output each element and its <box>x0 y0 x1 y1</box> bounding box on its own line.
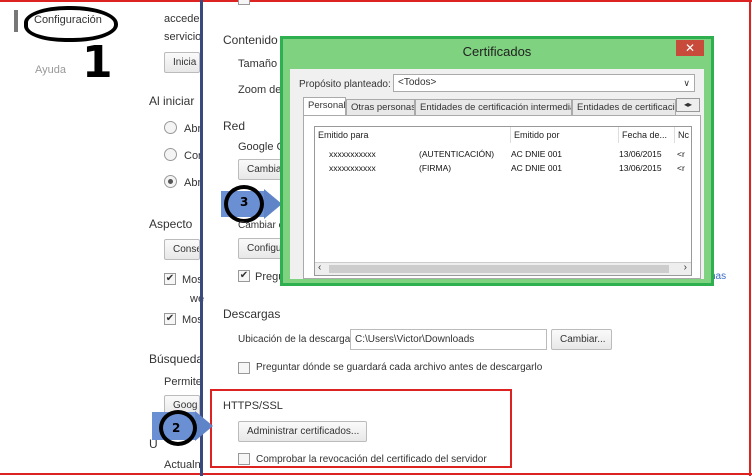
annotation-number-2: 2 <box>172 421 181 435</box>
startup-radio-3[interactable] <box>164 175 177 188</box>
purpose-select[interactable]: <Todos> ∨ <box>393 74 695 92</box>
ask-download-label: Preguntar dónde se guardará cada archivo… <box>256 362 543 373</box>
cell-emitido-para: xxxxxxxxxxx <box>329 149 376 159</box>
heading-contenido-web: Contenido <box>223 33 278 47</box>
frame-bottom <box>0 473 752 475</box>
frame-right <box>749 0 751 476</box>
startup-radio-1-label: Abr <box>184 123 202 135</box>
chevron-down-icon: ∨ <box>683 78 690 88</box>
ask-download-checkbox[interactable] <box>238 362 250 374</box>
purpose-label: Propósito planteado: <box>299 79 391 90</box>
column-header-emitido-por[interactable]: Emitido por <box>511 127 619 143</box>
cell-emitido-para: xxxxxxxxxxx <box>329 163 376 173</box>
heading-https-ssl: HTTPS/SSL <box>223 400 283 412</box>
heading-al-iniciar: Al iniciar <box>149 94 195 108</box>
nav-marker <box>14 10 18 32</box>
scroll-right-icon[interactable]: › <box>684 262 687 273</box>
tab-entidades-raiz[interactable]: Entidades de certificaci <box>572 99 676 116</box>
frame-top <box>0 0 752 2</box>
show-bookmarks-checkbox[interactable]: ✔ <box>164 313 176 325</box>
tab-scroll-arrows[interactable]: ◂▸ <box>676 98 700 112</box>
cell-nc: <r <box>677 163 685 173</box>
language-text: Cambiar c <box>238 220 284 231</box>
manage-certificates-button[interactable]: Administrar certificados... <box>238 421 367 442</box>
column-header-nc[interactable]: Nc <box>675 127 693 143</box>
tab-entidades-intermedias[interactable]: Entidades de certificación intermedias <box>415 99 572 116</box>
clipped-text-acceder: acceder <box>164 13 204 25</box>
tab-personal[interactable]: Personal <box>303 97 346 116</box>
heading-descargas: Descargas <box>223 307 281 321</box>
heading-red: Red <box>223 119 246 133</box>
tab-otras-personas[interactable]: Otras personas <box>346 99 415 116</box>
certificates-dialog: Certificados ✕ Propósito planteado: <Tod… <box>283 39 711 283</box>
download-location-input[interactable]: C:\Users\Victor\Downloads <box>350 329 547 350</box>
dialog-title: Certificados <box>462 44 532 59</box>
conseguir-temas-button[interactable]: Conse <box>164 239 200 260</box>
chevron-right-icon[interactable]: ▸ <box>688 100 692 109</box>
startup-radio-3-label: Abr <box>184 177 202 189</box>
cell-emitido-por: AC DNIE 001 <box>511 163 563 173</box>
heading-busqueda: Búsqueda <box>149 352 204 366</box>
scroll-thumb[interactable] <box>329 265 669 273</box>
cell-cert-type: (FIRMA) <box>419 163 452 173</box>
change-download-location-button[interactable]: Cambiar... <box>551 329 612 350</box>
horizontal-scrollbar[interactable]: ‹ › <box>315 262 691 275</box>
translate-checkbox[interactable]: ✔ <box>238 270 250 282</box>
startup-radio-2[interactable] <box>164 148 177 161</box>
tab-panel: Emitido para Emitido por Fecha de... Nc … <box>303 115 701 279</box>
cell-nc: <r <box>677 149 685 159</box>
zoom-label: Zoom de <box>238 84 282 96</box>
cell-emitido-por: AC DNIE 001 <box>511 149 563 159</box>
clipped-text-permite: Permite <box>164 376 202 388</box>
table-row[interactable]: xxxxxxxxxxx (AUTENTICACIÓN) AC DNIE 001 … <box>315 149 693 163</box>
revocation-label: Comprobar la revocación del certificado … <box>256 454 487 465</box>
scroll-left-icon[interactable]: ‹ <box>318 262 321 273</box>
overlay-divider <box>200 0 203 476</box>
nav-ayuda[interactable]: Ayuda <box>35 64 66 76</box>
iniciar-button[interactable]: Inicia <box>164 52 200 73</box>
column-header-emitido-para[interactable]: Emitido para <box>315 127 511 143</box>
table-row[interactable]: xxxxxxxxxxx (FIRMA) AC DNIE 001 13/06/20… <box>315 163 693 177</box>
cell-fecha: 13/06/2015 <box>619 149 662 159</box>
annotation-number-3: 3 <box>240 195 249 209</box>
download-location-label: Ubicación de la descarga: <box>238 334 354 345</box>
annotation-arrow-2-head <box>195 411 213 441</box>
annotation-number-1: 1 <box>82 37 113 88</box>
language-settings-button[interactable]: Configu <box>238 238 282 259</box>
column-header-fecha[interactable]: Fecha de... <box>619 127 675 143</box>
cell-cert-type: (AUTENTICACIÓN) <box>419 149 495 159</box>
clipped-text-servicio: servicio <box>164 31 202 43</box>
purpose-select-value: <Todos> <box>398 77 437 88</box>
show-home-checkbox[interactable]: ✔ <box>164 273 176 285</box>
top-clipped-checkbox[interactable] <box>238 0 250 5</box>
cell-fecha: 13/06/2015 <box>619 163 662 173</box>
close-icon[interactable]: ✕ <box>676 40 704 56</box>
heading-aspecto: Aspecto <box>149 217 193 231</box>
certificate-list[interactable]: Emitido para Emitido por Fecha de... Nc … <box>314 126 692 276</box>
dialog-body: Propósito planteado: <Todos> ∨ Personal … <box>290 69 704 279</box>
clipped-text-actual: Actualn <box>164 459 201 471</box>
revocation-checkbox[interactable] <box>238 453 250 465</box>
proxy-settings-button[interactable]: Cambia <box>238 159 282 180</box>
startup-radio-1[interactable] <box>164 121 177 134</box>
